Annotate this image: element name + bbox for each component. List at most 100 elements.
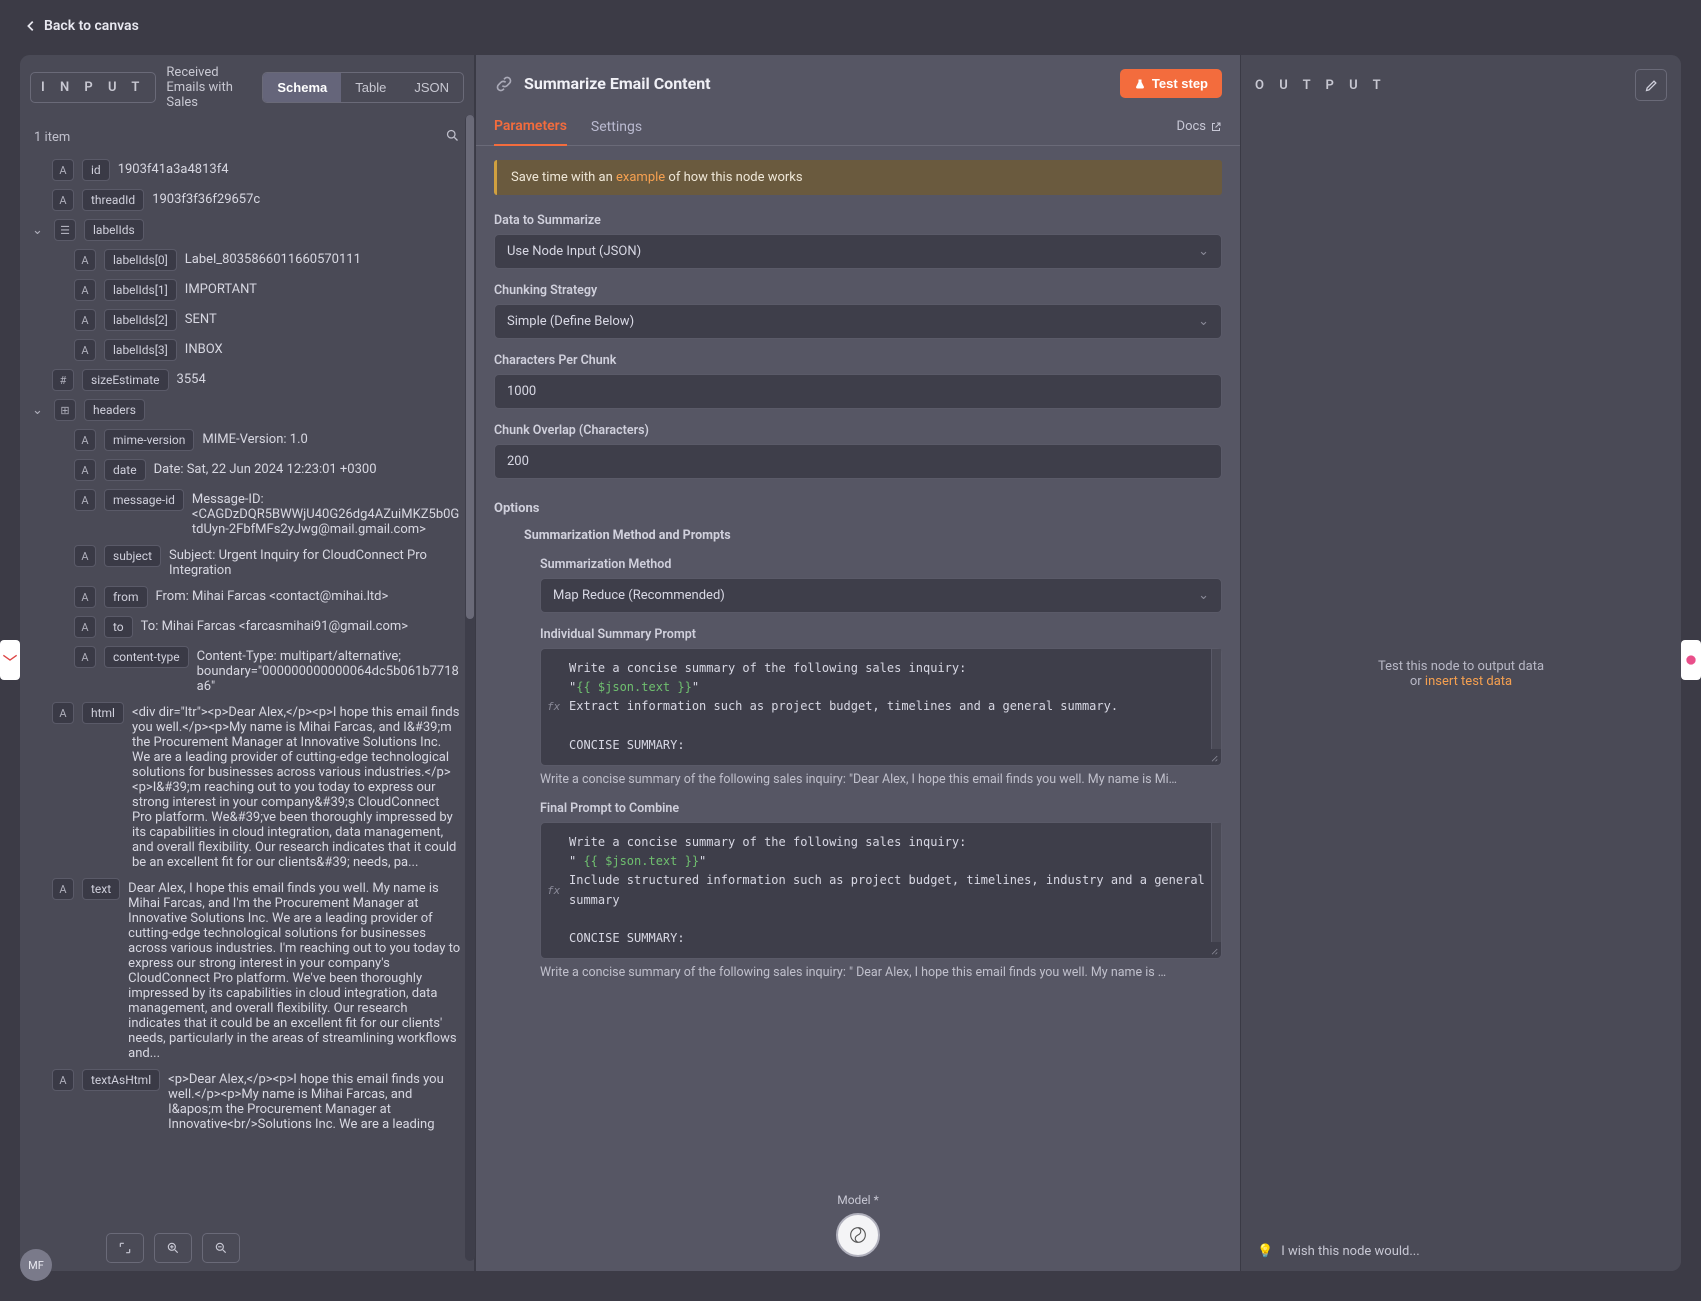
scrollbar[interactable]: [465, 115, 475, 1261]
avatar[interactable]: MF: [20, 1249, 52, 1281]
field-value: MIME-Version: 1.0: [202, 429, 307, 447]
tree-row[interactable]: A html <div dir="ltr"><p>Dear Alex,</p><…: [26, 698, 468, 874]
type-string-icon: A: [74, 459, 96, 481]
tree-row[interactable]: ⌄ ⊞ headers: [26, 395, 468, 425]
tree-row[interactable]: A labelIds[0] Label_8035866011660570111: [26, 245, 468, 275]
input-value: 1000: [507, 384, 536, 399]
field-key: labelIds[2]: [104, 309, 177, 331]
back-label: Back to canvas: [44, 18, 139, 34]
select-data-to-summarize[interactable]: Use Node Input (JSON) ⌄: [494, 234, 1222, 269]
scrollbar[interactable]: [1211, 649, 1221, 749]
wish-bar[interactable]: 💡 I wish this node would...: [1241, 1232, 1681, 1271]
tree-row[interactable]: A id 1903f41a3a4813f4: [26, 155, 468, 185]
type-string-icon: A: [74, 429, 96, 451]
field-key: sizeEstimate: [82, 369, 169, 391]
field-key: textAsHtml: [82, 1069, 160, 1091]
tree-row[interactable]: A labelIds[3] INBOX: [26, 335, 468, 365]
bulb-icon: 💡: [1257, 1244, 1273, 1259]
input-chars-per-chunk[interactable]: 1000: [494, 374, 1222, 409]
label-chars-per-chunk: Characters Per Chunk: [494, 353, 1222, 368]
tree-row[interactable]: A message-id Message-ID: <CAGDzDQR5BWWjU…: [26, 485, 468, 541]
flask-icon: [1134, 78, 1146, 90]
input-label: I N P U T: [30, 72, 156, 103]
field-value: <div dir="ltr"><p>Dear Alex,</p><p>I hop…: [132, 702, 462, 870]
tab-parameters[interactable]: Parameters: [494, 108, 567, 146]
tree-row[interactable]: ⌄ ☰ labelIds: [26, 215, 468, 245]
node-icon: [1683, 652, 1699, 668]
tab-schema[interactable]: Schema: [263, 73, 341, 102]
indiv-prompt-result: Write a concise summary of the following…: [540, 772, 1222, 787]
next-node-handle[interactable]: [1681, 640, 1701, 680]
example-link[interactable]: example: [616, 170, 665, 185]
type-string-icon: A: [52, 702, 74, 724]
fx-icon: fx: [547, 698, 560, 716]
final-prompt-result: Write a concise summary of the following…: [540, 965, 1222, 980]
type-string-icon: A: [52, 1069, 74, 1091]
select-summ-method[interactable]: Map Reduce (Recommended) ⌄: [540, 578, 1222, 613]
resize-handle-icon[interactable]: [1205, 942, 1219, 956]
type-string-icon: A: [52, 878, 74, 900]
output-empty-line1: Test this node to output data: [1378, 659, 1544, 674]
tree-row[interactable]: A mime-version MIME-Version: 1.0: [26, 425, 468, 455]
field-value: <p>Dear Alex,</p><p>I hope this email fi…: [168, 1069, 462, 1132]
field-value: Subject: Urgent Inquiry for CloudConnect…: [169, 545, 462, 578]
caret-down-icon[interactable]: ⌄: [32, 219, 46, 238]
chevron-down-icon: ⌄: [1198, 314, 1209, 329]
tree-row[interactable]: A content-type Content-Type: multipart/a…: [26, 642, 468, 698]
test-step-button[interactable]: Test step: [1120, 69, 1222, 98]
textarea-final-prompt[interactable]: fxWrite a concise summary of the followi…: [540, 822, 1222, 959]
input-chunk-overlap[interactable]: 200: [494, 444, 1222, 479]
tree-row[interactable]: A textAsHtml <p>Dear Alex,</p><p>I hope …: [26, 1065, 468, 1136]
input-view-tabs: Schema Table JSON: [262, 72, 464, 103]
docs-link[interactable]: Docs: [1177, 109, 1222, 144]
textarea-indiv-prompt[interactable]: fxWrite a concise summary of the followi…: [540, 648, 1222, 766]
field-value: 1903f41a3a4813f4: [118, 159, 229, 177]
field-value: INBOX: [185, 339, 223, 357]
field-key: labelIds[0]: [104, 249, 177, 271]
tree-row[interactable]: A subject Subject: Urgent Inquiry for Cl…: [26, 541, 468, 582]
field-key: subject: [104, 545, 161, 567]
tree-row[interactable]: A labelIds[1] IMPORTANT: [26, 275, 468, 305]
fullscreen-button[interactable]: [106, 1233, 144, 1263]
tree-row[interactable]: A text Dear Alex, I hope this email find…: [26, 874, 468, 1065]
tree-row[interactable]: A to To: Mihai Farcas <farcasmihai91@gma…: [26, 612, 468, 642]
field-key: threadId: [82, 189, 144, 211]
tree-row[interactable]: # sizeEstimate 3554: [26, 365, 468, 395]
type-string-icon: A: [74, 279, 96, 301]
scrollbar[interactable]: [1211, 823, 1221, 942]
back-to-canvas-link[interactable]: Back to canvas: [24, 18, 139, 34]
type-string-icon: A: [74, 489, 96, 511]
tree-row[interactable]: A from From: Mihai Farcas <contact@mihai…: [26, 582, 468, 612]
type-string-icon: A: [74, 249, 96, 271]
insert-test-data-link[interactable]: insert test data: [1425, 674, 1512, 689]
select-value: Simple (Define Below): [507, 314, 634, 329]
tree-row[interactable]: A labelIds[2] SENT: [26, 305, 468, 335]
edit-output-button[interactable]: [1635, 69, 1667, 101]
items-count: 1 item: [34, 130, 70, 145]
model-node[interactable]: [836, 1213, 880, 1257]
type-string-icon: A: [74, 309, 96, 331]
zoom-in-button[interactable]: [154, 1233, 192, 1263]
prev-node-handle[interactable]: [0, 640, 20, 680]
tab-settings[interactable]: Settings: [591, 109, 642, 145]
type-string-icon: A: [74, 339, 96, 361]
field-key: text: [82, 878, 120, 900]
field-key: mime-version: [104, 429, 194, 451]
resize-handle-icon[interactable]: [1205, 749, 1219, 763]
select-chunking-strategy[interactable]: Simple (Define Below) ⌄: [494, 304, 1222, 339]
field-value: Label_8035866011660570111: [185, 249, 361, 267]
gmail-icon: [2, 652, 18, 668]
tab-json[interactable]: JSON: [400, 73, 463, 102]
type-string-icon: A: [74, 646, 96, 668]
tab-table[interactable]: Table: [341, 73, 400, 102]
type-string-icon: A: [74, 616, 96, 638]
tree-row[interactable]: A threadId 1903f3f36f29657c: [26, 185, 468, 215]
field-value: SENT: [185, 309, 217, 327]
tree-row[interactable]: A date Date: Sat, 22 Jun 2024 12:23:01 +…: [26, 455, 468, 485]
label-summ-method: Summarization Method: [540, 557, 1222, 572]
search-icon[interactable]: [445, 128, 460, 147]
zoom-out-button[interactable]: [202, 1233, 240, 1263]
caret-down-icon[interactable]: ⌄: [32, 399, 46, 418]
type-object-icon: ⊞: [54, 399, 76, 421]
field-value: To: Mihai Farcas <farcasmihai91@gmail.co…: [141, 616, 408, 634]
